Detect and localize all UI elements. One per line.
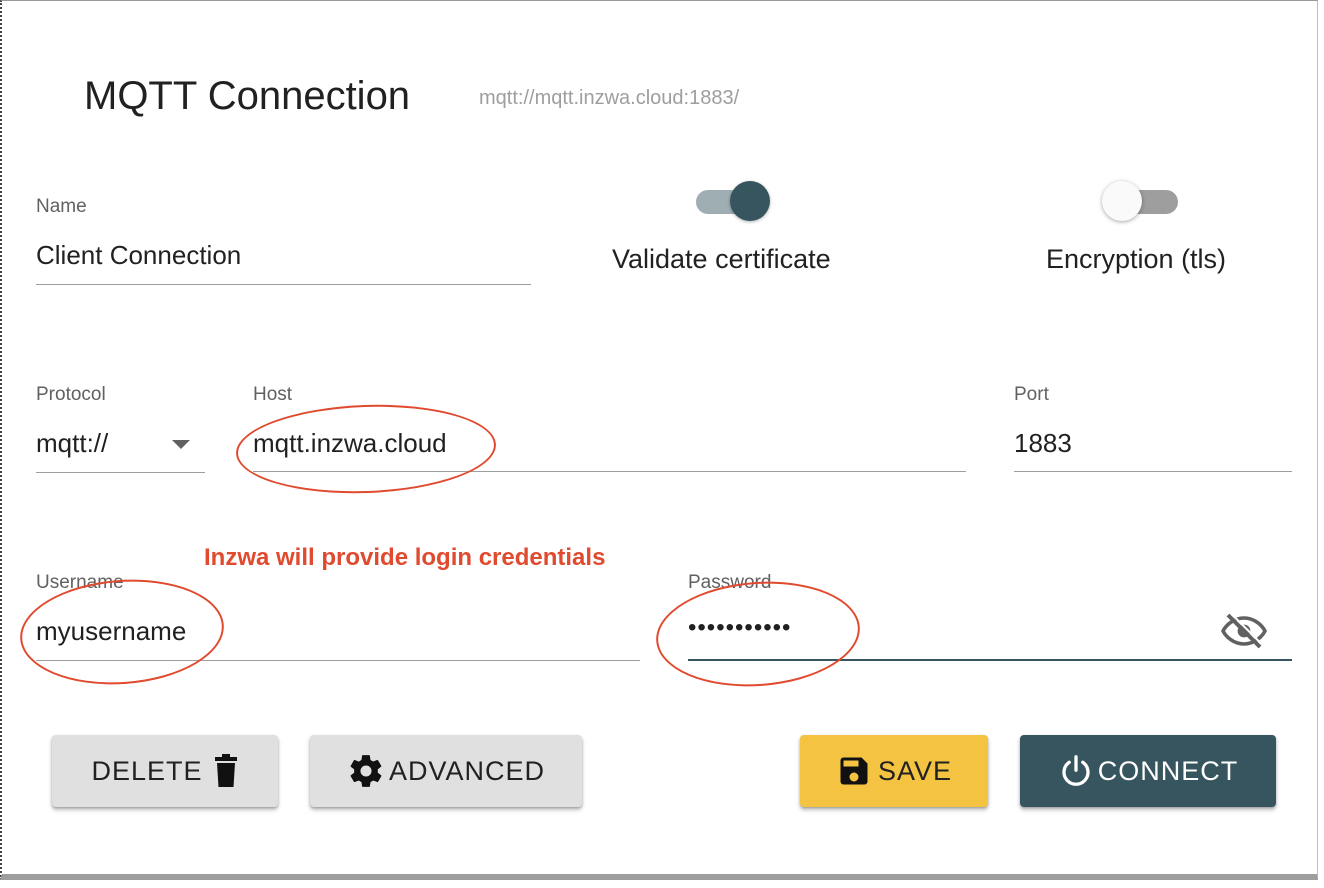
protocol-underline: [36, 472, 205, 473]
connection-url: mqtt://mqtt.inzwa.cloud:1883/: [479, 87, 740, 109]
advanced-button[interactable]: ADVANCED: [310, 735, 582, 807]
credentials-annotation: Inzwa will provide login credentials: [204, 544, 606, 571]
protocol-select[interactable]: mqtt://: [36, 428, 108, 459]
username-label: Username: [36, 572, 124, 593]
validate-certificate-switch[interactable]: [696, 180, 772, 222]
switch-thumb: [730, 181, 770, 221]
encryption-switch[interactable]: [1102, 180, 1182, 222]
protocol-label: Protocol: [36, 384, 106, 405]
gear-icon: [347, 752, 385, 790]
connect-button-label: CONNECT: [1097, 755, 1239, 786]
port-underline: [1014, 471, 1292, 472]
name-input[interactable]: Client Connection: [36, 240, 241, 271]
power-icon: [1058, 753, 1094, 789]
trash-icon: [213, 754, 239, 788]
password-underline: [688, 659, 1292, 661]
name-underline: [36, 284, 531, 285]
save-button[interactable]: SAVE: [800, 735, 988, 807]
save-button-label: SAVE: [877, 755, 953, 786]
host-input[interactable]: mqtt.inzwa.cloud: [253, 428, 447, 459]
encryption-label: Encryption (tls): [1046, 244, 1227, 274]
port-label: Port: [1014, 384, 1049, 405]
floppy-disk-icon: [836, 753, 872, 789]
advanced-button-label: ADVANCED: [388, 755, 546, 786]
chevron-down-icon[interactable]: [172, 440, 190, 449]
delete-button-label: DELETE: [91, 755, 203, 786]
switch-thumb: [1102, 181, 1142, 221]
delete-button[interactable]: DELETE: [52, 735, 278, 807]
password-input[interactable]: •••••••••••: [688, 614, 791, 642]
host-label: Host: [253, 384, 293, 405]
host-underline: [253, 471, 966, 472]
password-label: Password: [688, 572, 772, 593]
dialog-title: MQTT Connection: [84, 74, 411, 118]
validate-certificate-label: Validate certificate: [612, 244, 831, 274]
port-input[interactable]: 1883: [1014, 428, 1072, 459]
eye-off-icon[interactable]: [1220, 611, 1268, 651]
connect-button[interactable]: CONNECT: [1020, 735, 1276, 807]
username-underline: [36, 660, 640, 661]
name-label: Name: [36, 196, 87, 217]
username-input[interactable]: myusername: [36, 616, 186, 647]
